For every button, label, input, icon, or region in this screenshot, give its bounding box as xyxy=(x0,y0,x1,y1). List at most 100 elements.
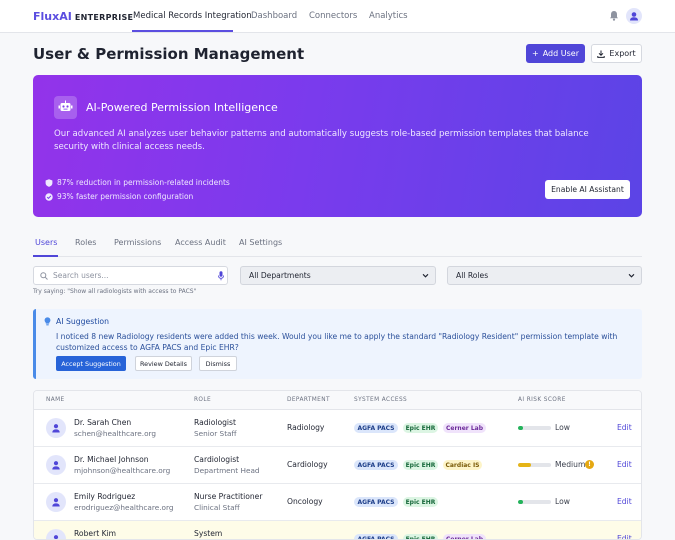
search-hint: Try saying: "Show all radiologists with … xyxy=(33,288,197,295)
system-access-badge: Epic EHR xyxy=(403,460,438,470)
stat-configuration: 93% faster permission configuration xyxy=(45,192,193,201)
role-filter[interactable]: All Roles xyxy=(447,266,642,285)
chevron-down-icon xyxy=(422,273,429,278)
tab-permissions[interactable]: Permissions xyxy=(114,238,161,247)
section-tabs: Users Roles Permissions Access Audit AI … xyxy=(33,228,642,257)
banner-description: Our advanced AI analyzes user behavior p… xyxy=(54,129,589,152)
suggestion-text: I noticed 8 new Radiology residents were… xyxy=(56,332,618,352)
dismiss-button[interactable]: Dismiss xyxy=(199,356,237,371)
user-email: schen@healthcare.org xyxy=(74,429,157,438)
system-access-badge: Epic EHR xyxy=(403,497,438,507)
tab-ai-settings[interactable]: AI Settings xyxy=(239,238,282,247)
user-level: Department Head xyxy=(194,466,260,475)
department-filter[interactable]: All Departments xyxy=(240,266,436,285)
nav-dashboard[interactable]: Dashboard xyxy=(251,11,297,21)
user-avatar-icon xyxy=(46,418,66,438)
enable-ai-assistant-button[interactable]: Enable AI Assistant xyxy=(545,180,630,199)
ai-suggestion-card: AI Suggestion I noticed 8 new Radiology … xyxy=(33,309,642,379)
risk-score-label: Low xyxy=(555,497,570,506)
table-row: Dr. Sarah Chen schen@healthcare.org Radiol… xyxy=(34,410,641,447)
edit-user-link[interactable]: Edit xyxy=(617,534,632,539)
lightbulb-icon xyxy=(44,317,51,326)
robot-icon xyxy=(54,96,77,119)
user-department: Oncology xyxy=(287,497,323,506)
brand-logo[interactable]: FluxAI ENTERPRISE xyxy=(33,10,133,23)
tab-users[interactable]: Users xyxy=(35,238,57,247)
nav-active-indicator xyxy=(132,30,233,32)
nav-medical-records[interactable]: Medical Records Integration xyxy=(133,11,252,21)
export-button[interactable]: Export xyxy=(591,44,642,63)
tab-roles[interactable]: Roles xyxy=(75,238,96,247)
top-nav: FluxAI ENTERPRISE Medical Records Integra… xyxy=(0,0,675,33)
user-department: Radiology xyxy=(287,423,325,432)
stat-incidents: 87% reduction in permission-related inci… xyxy=(45,178,230,187)
column-role: ROLE xyxy=(194,397,212,403)
system-access-badge: AGFA PACS xyxy=(354,423,398,433)
user-department: Cardiology xyxy=(287,460,328,469)
risk-score-bar xyxy=(518,426,551,430)
bell-icon[interactable] xyxy=(609,10,619,21)
check-circle-icon xyxy=(45,192,53,201)
risk-score-bar xyxy=(518,500,551,504)
download-icon xyxy=(597,50,606,58)
system-access-badge: Epic EHR xyxy=(403,423,438,433)
suggestion-title: AI Suggestion xyxy=(56,317,109,326)
system-access-badge: AGFA PACS xyxy=(354,534,398,539)
search-input[interactable] xyxy=(53,269,213,282)
shield-icon xyxy=(45,178,53,187)
system-access-badge: Epic EHR xyxy=(403,534,438,539)
user-role: Nurse Practitioner xyxy=(194,492,263,501)
user-avatar-icon[interactable] xyxy=(626,8,642,24)
page-title: User & Permission Management xyxy=(33,45,305,63)
table-row: Robert Kim System AGFA PACS Epic EHR Cerner … xyxy=(34,521,641,539)
chevron-down-icon xyxy=(628,273,635,278)
brand-name: FluxAI xyxy=(33,10,72,23)
stat-incidents-text: 87% reduction in permission-related inci… xyxy=(57,178,230,187)
plus-icon: + xyxy=(532,49,539,58)
add-user-label: Add User xyxy=(542,49,579,58)
department-filter-value: All Departments xyxy=(249,271,311,280)
ai-intelligence-banner: AI-Powered Permission Intelligence Our a… xyxy=(33,75,642,217)
column-system-access: SYSTEM ACCESS xyxy=(354,397,408,403)
nav-connectors[interactable]: Connectors xyxy=(309,11,357,21)
user-avatar-icon xyxy=(46,455,66,475)
review-details-button[interactable]: Review Details xyxy=(135,356,192,371)
user-avatar-icon xyxy=(46,492,66,512)
user-name: Dr. Michael Johnson xyxy=(74,455,149,464)
microphone-icon[interactable] xyxy=(218,271,224,281)
user-level: Clinical Staff xyxy=(194,503,240,512)
risk-score-label: Low xyxy=(555,423,570,432)
role-filter-value: All Roles xyxy=(456,271,489,280)
nav-analytics[interactable]: Analytics xyxy=(369,11,408,21)
edit-user-link[interactable]: Edit xyxy=(617,423,632,432)
user-name: Robert Kim xyxy=(74,529,117,538)
warning-icon: ! xyxy=(585,460,594,469)
user-role: Radiologist xyxy=(194,418,236,427)
tab-access-audit[interactable]: Access Audit xyxy=(175,238,226,247)
user-name: Dr. Sarah Chen xyxy=(74,418,132,427)
banner-title: AI-Powered Permission Intelligence xyxy=(86,101,278,114)
risk-score-fill xyxy=(518,426,523,430)
column-department: DEPARTMENT xyxy=(287,397,330,403)
edit-user-link[interactable]: Edit xyxy=(617,460,632,469)
table-header: NAME ROLE DEPARTMENT SYSTEM ACCESS AI RI… xyxy=(34,391,641,410)
accept-suggestion-button[interactable]: Accept Suggestion xyxy=(56,356,126,371)
user-role: System xyxy=(194,529,223,538)
column-ai-risk-score: AI RISK SCORE xyxy=(518,397,566,403)
user-role: Cardiologist xyxy=(194,455,240,464)
user-email: mjohnson@healthcare.org xyxy=(74,466,171,475)
risk-score-bar xyxy=(518,463,551,467)
user-avatar-icon xyxy=(46,529,66,539)
user-search xyxy=(33,266,228,285)
add-user-button[interactable]: + Add User xyxy=(526,44,585,63)
user-level: Senior Staff xyxy=(194,429,237,438)
column-name: NAME xyxy=(46,397,65,403)
system-access-badge: Cerner Lab xyxy=(443,423,486,433)
users-table: NAME ROLE DEPARTMENT SYSTEM ACCESS AI RI… xyxy=(33,390,642,540)
export-label: Export xyxy=(609,49,636,58)
system-access-badge: Cerner Lab xyxy=(443,534,486,539)
stat-configuration-text: 93% faster permission configuration xyxy=(57,192,194,201)
edit-user-link[interactable]: Edit xyxy=(617,497,632,506)
risk-score-fill xyxy=(518,463,532,467)
table-row: Emily Rodriguez erodriguez@healthcare.org… xyxy=(34,484,641,521)
